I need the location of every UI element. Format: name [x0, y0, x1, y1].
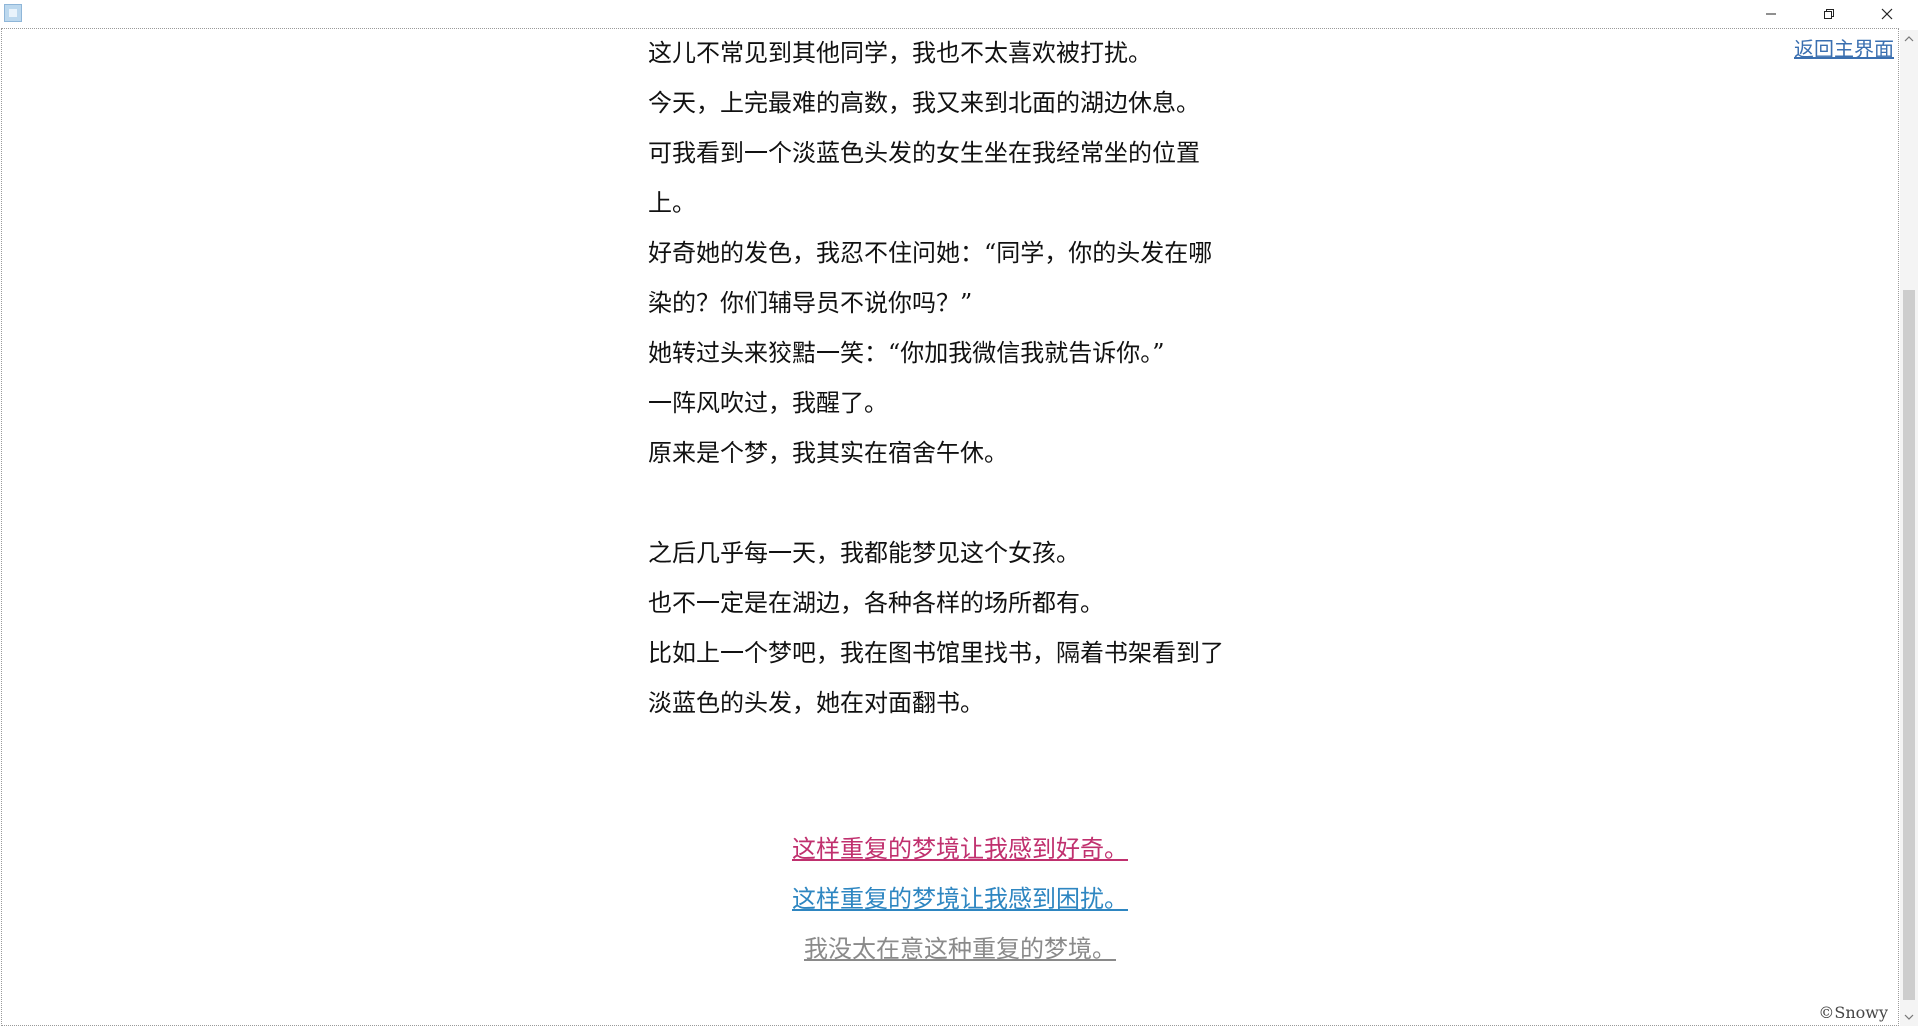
minimize-button[interactable]	[1742, 0, 1800, 28]
story-line: 好奇她的发色，我忍不住问她：“同学，你的头发在哪	[648, 239, 1213, 267]
story-line: 比如上一个梦吧，我在图书馆里找书，隔着书架看到了	[648, 639, 1224, 667]
story-line: 她转过头来狡黠一笑：“你加我微信我就告诉你。”	[648, 339, 1165, 367]
app-icon	[4, 4, 22, 22]
choice-indifferent[interactable]: 我没太在意这种重复的梦境。	[804, 924, 1116, 974]
minimize-icon	[1766, 13, 1776, 15]
scroll-up-button[interactable]	[1900, 30, 1918, 48]
choice-curious[interactable]: 这样重复的梦境让我感到好奇。	[792, 824, 1128, 874]
story-text: 这儿不常见到其他同学，我也不太喜欢被打扰。 今天，上完最难的高数，我又来到北面的…	[648, 28, 1268, 728]
copyright-text: ©Snowy	[1818, 1003, 1888, 1022]
story-blank-line	[648, 478, 1268, 528]
story-line: 染的？你们辅导员不说你吗？”	[648, 289, 973, 317]
story-line: 可我看到一个淡蓝色头发的女生坐在我经常坐的位置	[648, 139, 1200, 167]
back-to-main-link[interactable]: 返回主界面	[1794, 33, 1894, 62]
close-button[interactable]	[1858, 0, 1916, 28]
restore-button[interactable]	[1800, 0, 1858, 28]
chevron-down-icon	[1904, 1014, 1914, 1020]
title-bar	[0, 0, 1920, 28]
choice-list: 这样重复的梦境让我感到好奇。 这样重复的梦境让我感到困扰。 我没太在意这种重复的…	[0, 824, 1900, 974]
story-line: 也不一定是在湖边，各种各样的场所都有。	[648, 589, 1104, 617]
choice-troubled[interactable]: 这样重复的梦境让我感到困扰。	[792, 874, 1128, 924]
story-line: 原来是个梦，我其实在宿舍午休。	[648, 439, 1008, 467]
chevron-up-icon	[1904, 36, 1914, 42]
scroll-down-button[interactable]	[1900, 1008, 1918, 1026]
story-line: 一阵风吹过，我醒了。	[648, 389, 888, 417]
vertical-scrollbar[interactable]	[1900, 30, 1918, 1026]
close-icon	[1881, 8, 1893, 20]
restore-icon	[1824, 9, 1834, 19]
story-line: 这儿不常见到其他同学，我也不太喜欢被打扰。	[648, 39, 1152, 67]
story-line: 今天，上完最难的高数，我又来到北面的湖边休息。	[648, 89, 1200, 117]
story-line: 之后几乎每一天，我都能梦见这个女孩。	[648, 539, 1080, 567]
story-line: 上。	[648, 189, 696, 217]
story-line: 淡蓝色的头发，她在对面翻书。	[648, 689, 984, 717]
app-window: 返回主界面 这儿不常见到其他同学，我也不太喜欢被打扰。 今天，上完最难的高数，我…	[0, 0, 1920, 1030]
scroll-thumb[interactable]	[1903, 290, 1915, 1000]
